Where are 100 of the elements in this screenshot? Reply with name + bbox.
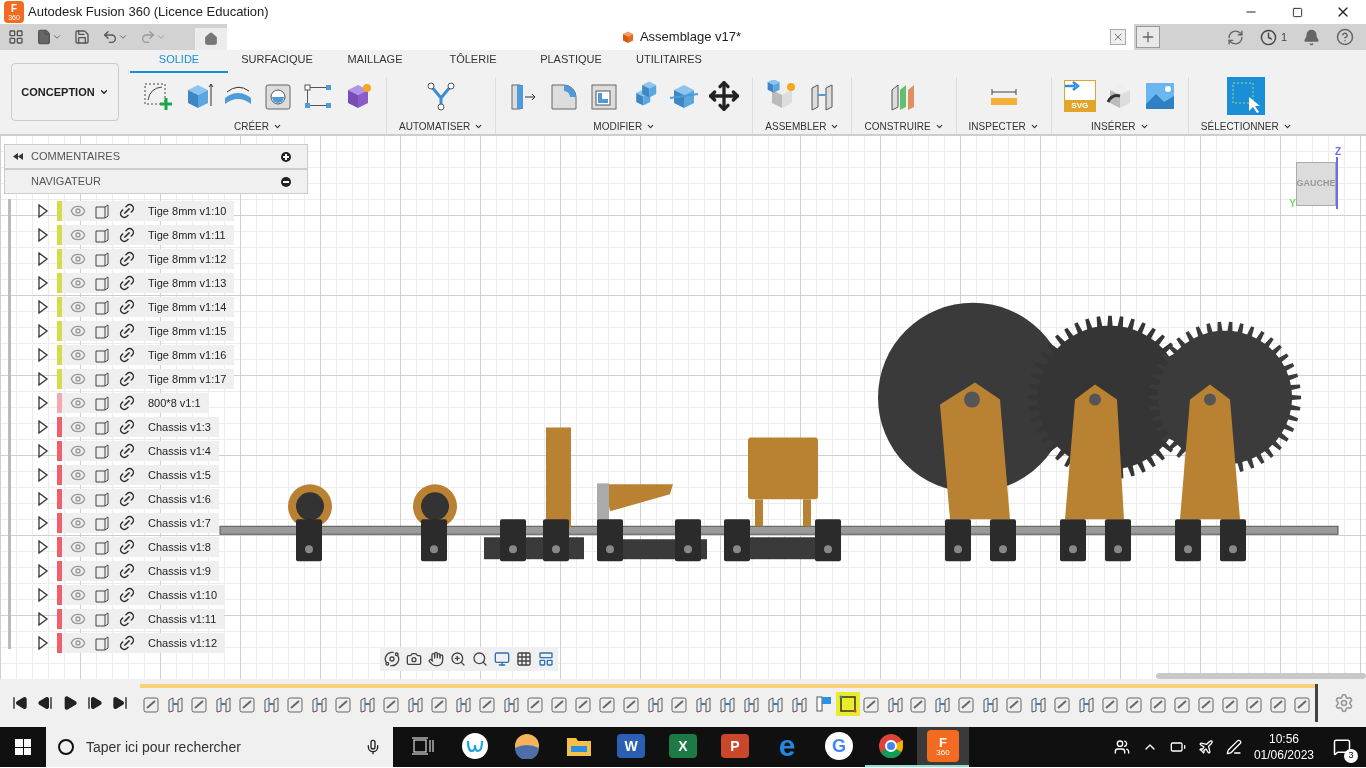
eye-icon[interactable] — [70, 635, 86, 651]
search-field[interactable]: Taper ici pour rechercher — [46, 727, 393, 767]
expand-triangle-icon[interactable] — [37, 300, 49, 314]
automate-icon[interactable] — [425, 80, 458, 112]
select-icon[interactable] — [1227, 77, 1266, 115]
airplane-icon[interactable] — [1197, 739, 1214, 755]
ribbon-tab[interactable]: MAILLAGE — [326, 50, 424, 73]
browser-item[interactable]: Chassis v1:8 — [62, 537, 219, 557]
expand-triangle-icon[interactable] — [37, 252, 49, 266]
browser-item[interactable]: 800*8 v1:1 — [62, 393, 209, 413]
edge-button[interactable]: e — [761, 727, 813, 767]
undo-button[interactable] — [102, 29, 128, 45]
close-tab-button[interactable] — [1110, 29, 1126, 45]
eye-icon[interactable] — [70, 371, 86, 387]
eye-icon[interactable] — [70, 515, 86, 531]
eye-icon[interactable] — [70, 611, 86, 627]
browser-item[interactable]: Tige 8mm v1:10 — [62, 201, 235, 221]
workspace-button[interactable]: CONCEPTION — [11, 63, 119, 121]
browser-item[interactable]: Chassis v1:10 — [62, 585, 226, 605]
scroll-bar[interactable] — [8, 199, 11, 649]
eye-icon[interactable] — [70, 491, 86, 507]
sync-icon[interactable] — [1226, 28, 1244, 46]
eye-icon[interactable] — [70, 395, 86, 411]
sketch-icon[interactable] — [142, 80, 174, 112]
windows-logo-icon[interactable] — [15, 739, 31, 755]
browser-item[interactable]: Tige 8mm v1:15 — [62, 321, 235, 341]
file-menu-button[interactable] — [36, 29, 62, 45]
expand-triangle-icon[interactable] — [37, 348, 49, 362]
tool-group-menu[interactable]: INSPECTER — [968, 119, 1039, 134]
expand-triangle-icon[interactable] — [37, 276, 49, 290]
expand-triangle-icon[interactable] — [37, 444, 49, 458]
microphone-icon[interactable] — [365, 739, 381, 755]
move-icon[interactable] — [708, 80, 741, 112]
first-step-icon[interactable] — [12, 695, 29, 711]
expand-triangle-icon[interactable] — [37, 420, 49, 434]
people-icon[interactable] — [1113, 739, 1130, 755]
settings-icon[interactable] — [1334, 693, 1354, 713]
search-input[interactable]: Taper ici pour rechercher — [86, 736, 365, 758]
save-icon[interactable] — [74, 29, 90, 45]
eye-icon[interactable] — [70, 323, 86, 339]
bell-icon[interactable] — [1303, 28, 1320, 46]
new-tab-button[interactable] — [1136, 26, 1160, 48]
eye-icon[interactable] — [70, 227, 86, 243]
eye-icon[interactable] — [70, 275, 86, 291]
orbit-icon[interactable] — [384, 651, 400, 667]
browser-item[interactable]: Tige 8mm v1:13 — [62, 273, 235, 293]
grid-icon[interactable] — [516, 651, 532, 667]
zoom-window-icon[interactable] — [472, 651, 488, 667]
eye-icon[interactable] — [70, 467, 86, 483]
play-icon[interactable] — [62, 695, 78, 711]
expand-triangle-icon[interactable] — [37, 372, 49, 386]
browser-item[interactable]: Chassis v1:4 — [62, 441, 219, 461]
expand-triangle-icon[interactable] — [37, 396, 49, 410]
browser-item[interactable]: Chassis v1:12 — [62, 633, 226, 653]
pan-icon[interactable] — [428, 651, 444, 667]
browser-item[interactable]: Chassis v1:5 — [62, 465, 219, 485]
sketch-icon[interactable] — [835, 692, 860, 716]
browser-item[interactable]: Tige 8mm v1:17 — [62, 369, 235, 389]
expand-triangle-icon[interactable] — [37, 204, 49, 218]
eye-icon[interactable] — [70, 419, 86, 435]
tool-group-menu[interactable]: AUTOMATISER — [399, 119, 484, 134]
browser-item[interactable]: Chassis v1:6 — [62, 489, 219, 509]
browser-item[interactable]: Tige 8mm v1:12 — [62, 249, 235, 269]
next-step-icon[interactable] — [86, 695, 103, 711]
zoom-icon[interactable] — [450, 651, 466, 667]
timeline-marker[interactable] — [1315, 684, 1318, 722]
expand-triangle-icon[interactable] — [37, 228, 49, 242]
eye-icon[interactable] — [70, 443, 86, 459]
eye-icon[interactable] — [70, 587, 86, 603]
app-grid-icon[interactable] — [8, 29, 24, 45]
expand-triangle-icon[interactable] — [37, 324, 49, 338]
word-button[interactable]: W — [605, 727, 657, 767]
browser-item[interactable]: Chassis v1:11 — [62, 609, 225, 629]
camera-icon[interactable] — [406, 651, 422, 667]
ribbon-tab[interactable]: TÔLERIE — [424, 50, 522, 73]
pen-icon[interactable] — [1225, 739, 1242, 755]
panel-header[interactable]: NAVIGATEUR — [4, 169, 308, 194]
browser-item[interactable]: Chassis v1:3 — [62, 417, 219, 437]
expand-triangle-icon[interactable] — [37, 636, 49, 650]
browser-item[interactable]: Chassis v1:9 — [62, 561, 219, 581]
browser-item[interactable]: Tige 8mm v1:16 — [62, 345, 235, 365]
browser-item[interactable]: Tige 8mm v1:14 — [62, 297, 235, 317]
battery-icon[interactable] — [1169, 739, 1186, 755]
excel-button[interactable]: X — [657, 727, 709, 767]
powerpoint-button[interactable]: P — [709, 727, 761, 767]
tool-group-menu[interactable]: INSÉRER — [1091, 119, 1149, 134]
collapse-icon[interactable] — [13, 153, 23, 160]
tool-group-menu[interactable]: CONSTRUIRE — [864, 119, 944, 134]
expand-triangle-icon[interactable] — [37, 588, 49, 602]
browser-item[interactable]: Tige 8mm v1:11 — [62, 225, 234, 245]
expand-triangle-icon[interactable] — [37, 516, 49, 530]
clock[interactable]: 10:56 01/06/2023 — [1253, 731, 1314, 763]
expand-triangle-icon[interactable] — [37, 468, 49, 482]
job-status-button[interactable]: 1 — [1259, 28, 1287, 46]
notifications-button[interactable]: 3 — [1326, 731, 1358, 763]
help-icon[interactable] — [1336, 28, 1354, 46]
eye-icon[interactable] — [70, 203, 86, 219]
panel-header[interactable]: COMMENTAIRES — [4, 144, 308, 169]
eye-icon[interactable] — [70, 251, 86, 267]
tool-group-menu[interactable]: ASSEMBLER — [765, 119, 840, 134]
